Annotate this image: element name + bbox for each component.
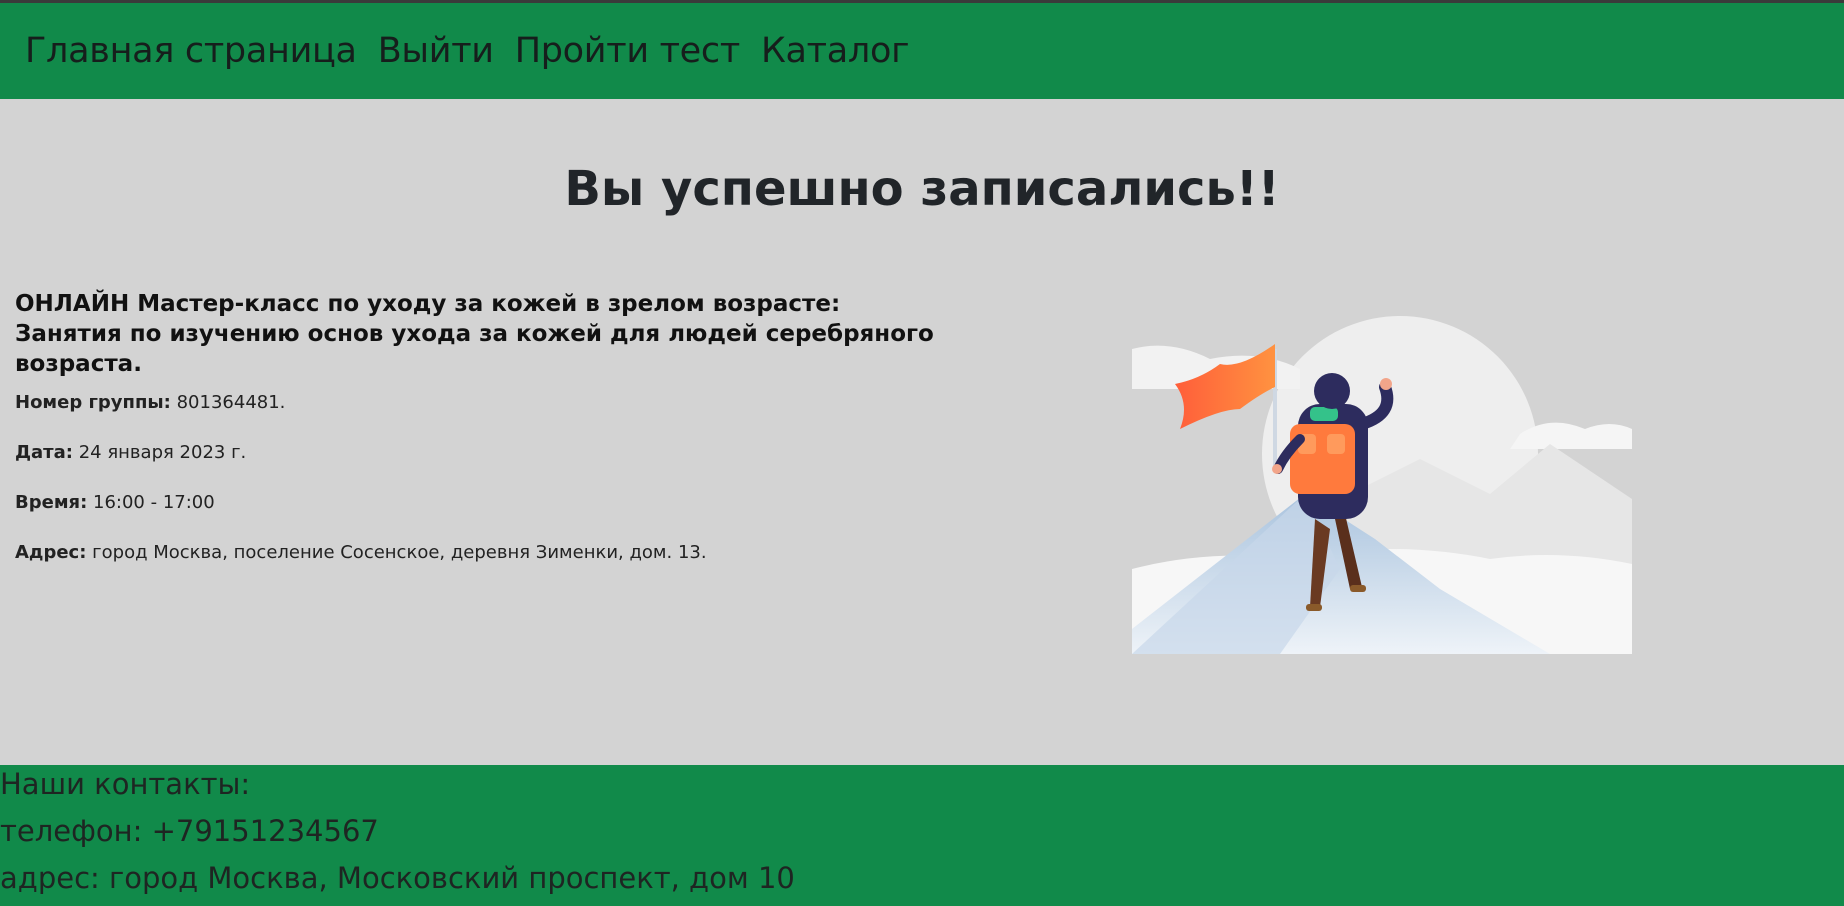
- time-line: Время: 16:00 - 17:00: [15, 491, 935, 514]
- group-number-value: 801364481.: [176, 392, 286, 413]
- nav-link-logout[interactable]: Выйти: [378, 31, 494, 71]
- event-title: ОНЛАЙН Мастер-класс по уходу за кожей в …: [15, 291, 934, 377]
- footer-contacts-title: Наши контакты:: [0, 767, 251, 801]
- group-number-line: Номер группы: 801364481.: [15, 391, 935, 414]
- time-label: Время:: [15, 492, 88, 513]
- page-title: Вы успешно записались!!: [564, 161, 1280, 217]
- nav-link-catalog[interactable]: Каталог: [761, 31, 910, 71]
- main-content: Вы успешно записались!! ОНЛАЙН Мастер-кл…: [0, 99, 1844, 765]
- date-value: 24 января 2023 г.: [78, 442, 247, 463]
- hiker-illustration: [1130, 309, 1635, 674]
- event-info: ОНЛАЙН Мастер-класс по уходу за кожей в …: [15, 289, 935, 591]
- address-label: Адрес:: [15, 542, 87, 563]
- nav-link-take-test[interactable]: Пройти тест: [515, 31, 741, 71]
- group-number-label: Номер группы:: [15, 392, 171, 413]
- footer: Наши контакты: телефон: +79151234567 адр…: [0, 765, 1844, 906]
- footer-address: адрес: город Москва, Московский проспект…: [0, 861, 795, 895]
- top-navbar: Главная страница Выйти Пройти тест Катал…: [0, 3, 1844, 99]
- address-line: Адрес: город Москва, поселение Сосенское…: [15, 541, 935, 564]
- date-line: Дата: 24 января 2023 г.: [15, 441, 935, 464]
- nav-link-home[interactable]: Главная страница: [25, 31, 357, 71]
- address-value: город Москва, поселение Сосенское, дерев…: [92, 542, 707, 563]
- footer-phone: телефон: +79151234567: [0, 814, 379, 848]
- time-value: 16:00 - 17:00: [93, 492, 215, 513]
- date-label: Дата:: [15, 442, 73, 463]
